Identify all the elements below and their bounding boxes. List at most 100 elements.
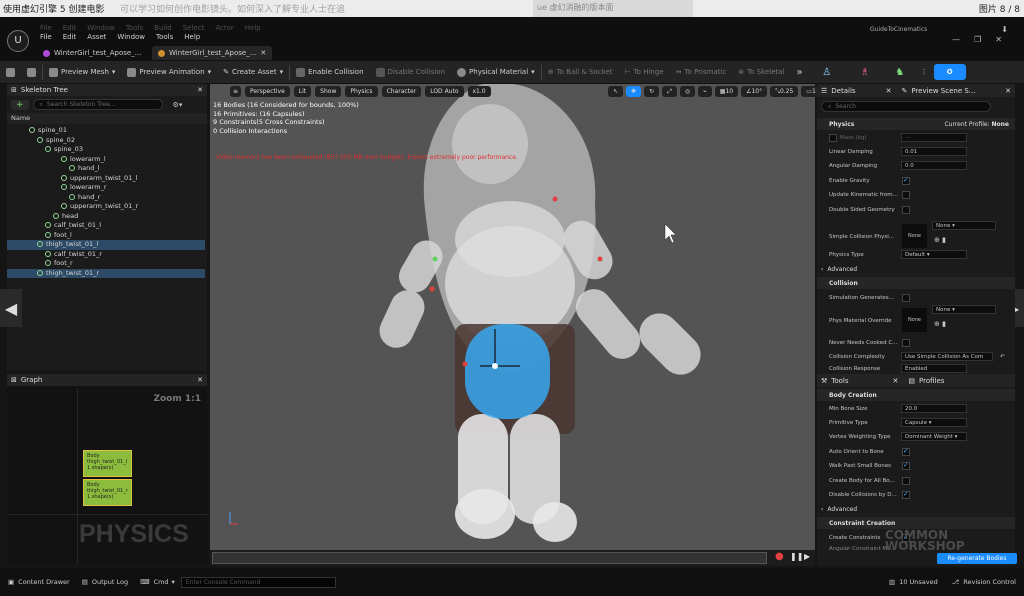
animation-mode-button[interactable]: ♞ <box>885 61 915 84</box>
step-forward-icon[interactable]: ▶ <box>804 552 810 561</box>
cmd-button[interactable]: Cmd <box>154 578 169 586</box>
skeleton-tree-row[interactable]: calf_twist_01_l <box>7 221 205 231</box>
console-input[interactable]: Enter Console Command <box>180 576 336 588</box>
translate-icon[interactable]: ✥ <box>626 86 642 97</box>
collision-response-select[interactable]: Enabled <box>901 364 967 373</box>
content-drawer-button[interactable]: Content Drawer <box>18 578 70 586</box>
angular-damping-field[interactable]: 0.0 <box>901 161 967 170</box>
phys-material-select[interactable]: None ▾ <box>932 305 996 314</box>
unreal-logo-icon[interactable]: U <box>7 30 29 52</box>
to-ball-socket-button[interactable]: ⊕ To Ball & Socket <box>542 61 619 84</box>
graph-node-body-l[interactable]: Body thigh_twist_01_l 1 shape(s) <box>83 450 132 477</box>
create-asset-button[interactable]: ✎ Create Asset ▾ <box>217 61 289 84</box>
playback-speed-button[interactable]: x1.0 <box>467 86 491 97</box>
menu-tools[interactable]: Tools <box>156 33 173 41</box>
double-sided-checkbox[interactable] <box>902 205 910 214</box>
phys-material-thumbnail[interactable]: None <box>902 308 927 332</box>
menu-file[interactable]: File <box>40 33 52 41</box>
menu-asset[interactable]: Asset <box>87 33 106 41</box>
panel-close-icon[interactable]: ✕ <box>886 87 892 95</box>
physics-type-select[interactable]: Default ▾ <box>901 250 967 259</box>
physical-material-button[interactable]: Physical Material ▾ <box>451 61 541 84</box>
skeleton-tree-row[interactable]: spine_02 <box>7 136 205 146</box>
skeleton-tree-row[interactable]: spine_03 <box>7 145 205 155</box>
skeleton-tree-row[interactable]: lowerarm_r <box>7 183 205 193</box>
lit-button[interactable]: Lit <box>293 86 312 97</box>
to-skeletal-button[interactable]: ⊗ To Skeletal <box>732 61 790 84</box>
panel-close-icon[interactable]: ✕ <box>893 377 899 385</box>
show-button[interactable]: Show <box>315 86 342 97</box>
article-link[interactable]: ue 虚幻消融的版本面 <box>533 0 693 17</box>
world-icon[interactable]: ◎ <box>679 86 696 97</box>
overflow-button[interactable]: » <box>791 61 809 84</box>
skeleton-mode-button[interactable]: ♙ <box>809 61 845 84</box>
skeleton-tree-row[interactable]: upperarm_twist_01_r <box>7 202 205 212</box>
body-creation-category[interactable]: Body Creation <box>817 389 1015 401</box>
perspective-button[interactable]: Perspective <box>245 86 290 97</box>
preview-animation-button[interactable]: Preview Animation ▾ <box>121 61 217 84</box>
rotation-snap-button[interactable]: ∠ 10° <box>741 86 768 97</box>
reset-arrow-icon[interactable]: ↶ <box>1000 354 1005 360</box>
surface-snap-icon[interactable]: ⌁ <box>698 86 712 97</box>
advanced-expander[interactable]: › Advanced <box>817 263 1015 275</box>
simple-collision-select[interactable]: None ▾ <box>932 221 996 230</box>
panel-close-icon[interactable]: ✕ <box>1005 87 1011 95</box>
physics-category[interactable]: Physics Current Profile: None <box>817 118 1015 130</box>
menu-window[interactable]: Window <box>117 33 145 41</box>
notification-icon[interactable]: ⬇ <box>1001 25 1008 34</box>
enable-gravity-checkbox[interactable] <box>902 176 910 185</box>
viewport-menu-icon[interactable]: ≡ <box>230 86 242 97</box>
mass-field[interactable]: — <box>901 133 967 142</box>
details-search-input[interactable]: ⌕ Search <box>821 101 991 112</box>
reset-icon[interactable]: ⊕ ▮ <box>934 320 946 328</box>
to-prismatic-button[interactable]: ↔ To Prismatic <box>670 61 733 84</box>
skeleton-tree-row[interactable]: foot_r <box>7 259 205 269</box>
create-body-all-checkbox[interactable] <box>902 476 910 485</box>
mass-checkbox[interactable] <box>829 133 837 142</box>
skeleton-search-input[interactable]: ⌕ Search Skeleton Tree... <box>32 99 163 110</box>
rotate-icon[interactable]: ↻ <box>644 86 660 97</box>
grid-snap-button[interactable]: ▦ 10 <box>714 86 739 97</box>
skeleton-tree-row[interactable]: foot_l <box>7 231 205 241</box>
regenerate-bodies-button[interactable]: Re-generate Bodies <box>937 553 1017 564</box>
skeleton-tree-row[interactable]: spine_01 <box>7 126 205 136</box>
minimize-icon[interactable]: — <box>952 35 960 44</box>
skeleton-tree-row[interactable]: hand_r <box>7 193 205 203</box>
linear-damping-field[interactable]: 0.01 <box>901 147 967 156</box>
disable-collision-button[interactable]: Disable Collision <box>370 61 452 84</box>
select-icon[interactable]: ↖ <box>608 86 624 97</box>
maximize-icon[interactable]: ❐ <box>974 35 981 44</box>
save-button[interactable] <box>0 61 21 84</box>
profiles-tab[interactable]: Profiles <box>919 377 944 385</box>
auto-orient-checkbox[interactable] <box>902 447 910 456</box>
skeleton-tree-row[interactable]: upperarm_twist_01_l <box>7 174 205 184</box>
graph-node-body-r[interactable]: Body thigh_twist_01_r 1 shape(s) <box>83 479 132 506</box>
skeleton-tree-row[interactable]: calf_twist_01_r <box>7 250 205 260</box>
previous-arrow-icon[interactable]: ◀ <box>0 289 22 327</box>
close-icon[interactable]: ✕ <box>995 35 1002 44</box>
vertex-weighting-select[interactable]: Dominant Weight ▾ <box>901 432 967 441</box>
reset-icon[interactable]: ⊕ ▮ <box>934 236 946 244</box>
settings-mode-button[interactable]: ✪ <box>933 64 966 80</box>
tab-close-icon[interactable]: ✕ <box>260 49 266 57</box>
panel-close-icon[interactable]: ✕ <box>197 376 203 384</box>
physics-button[interactable]: Physics <box>345 86 378 97</box>
simple-collision-thumbnail[interactable]: None <box>902 224 927 248</box>
tab-asset-1[interactable]: WinterGirl_test_Apose_... <box>37 46 147 60</box>
lod-button[interactable]: LOD Auto <box>425 86 464 97</box>
browse-button[interactable] <box>21 61 42 84</box>
skeleton-tree-row[interactable]: thigh_twist_01_l <box>7 240 205 250</box>
preview-mesh-button[interactable]: Preview Mesh ▾ <box>43 61 121 84</box>
to-hinge-button[interactable]: ⊢ To Hinge <box>618 61 669 84</box>
options-button[interactable]: ⋮ <box>915 61 934 84</box>
unsaved-count[interactable]: 10 Unsaved <box>899 578 938 586</box>
record-icon[interactable]: ● <box>775 551 784 562</box>
character-button[interactable]: Character <box>381 86 422 97</box>
tools-advanced-expander[interactable]: › Advanced <box>817 503 1015 515</box>
primitive-type-select[interactable]: Capsule ▾ <box>901 418 967 427</box>
skeleton-tree-row[interactable]: thigh_twist_01_r <box>7 268 205 278</box>
preview-scene-tab[interactable]: Preview Scene S... <box>911 87 975 95</box>
menu-help[interactable]: Help <box>184 33 200 41</box>
settings-gear-icon[interactable]: ⚙▾ <box>173 101 183 109</box>
skeleton-tree-row[interactable]: hand_l <box>7 164 205 174</box>
